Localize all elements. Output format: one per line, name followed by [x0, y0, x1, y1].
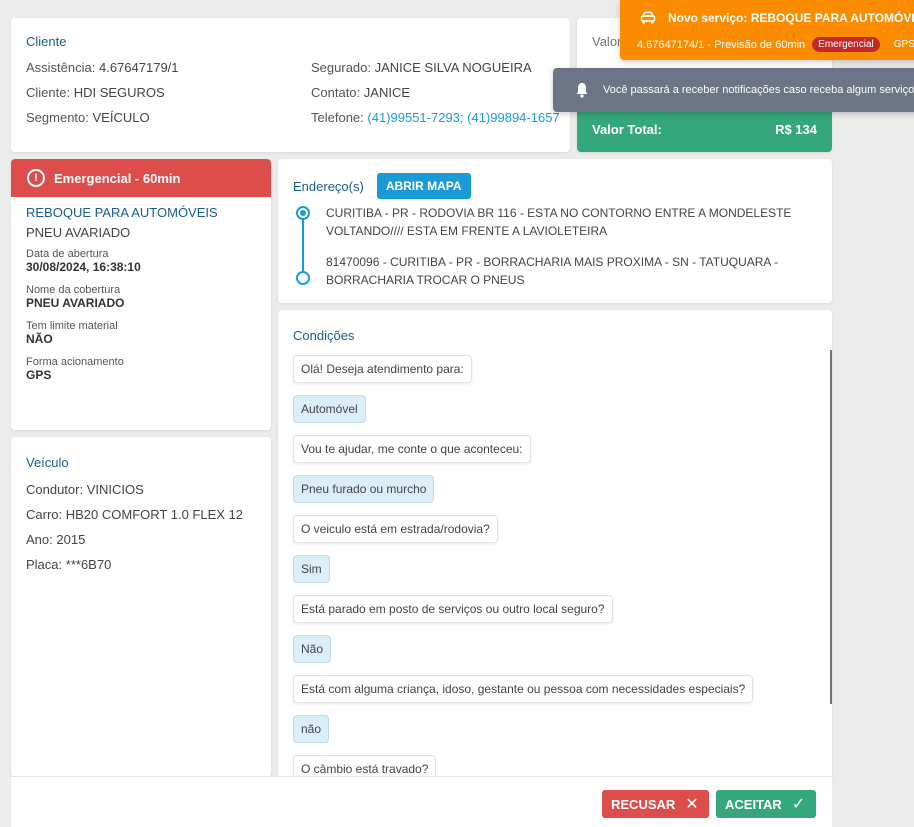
new-service-detail: 4.67647174/1 - Previsão de 60min — [637, 38, 806, 51]
telefone-link[interactable]: (41)99551-7293; (41)99894-1657 — [367, 110, 559, 125]
segmento-row: Segmento: VEÍCULO — [26, 110, 179, 135]
carro-value: HB20 COMFORT 1.0 FLEX 12 — [65, 507, 244, 522]
notification-toast[interactable]: Você passará a receber notificações caso… — [553, 68, 914, 112]
carro-row: Carro: HB20 COMFORT 1.0 FLEX 12 — [26, 507, 256, 532]
open-map-button[interactable]: ABRIR MAPA — [376, 173, 471, 199]
gps-label: GPS — [893, 39, 914, 50]
answer-bubble: Sim — [293, 555, 330, 583]
ano-row: Ano: 2015 — [26, 532, 256, 557]
service-priority-text: Emergencial - 60min — [54, 170, 181, 186]
field-value: NÃO — [26, 332, 53, 346]
check-icon: ✓ — [791, 796, 806, 813]
service-name: REBOQUE PARA AUTOMÓVEIS — [26, 205, 218, 220]
endereco-header: Endereço(s) ABRIR MAPA — [293, 173, 817, 199]
cliente-title: Cliente — [26, 34, 67, 49]
endereco-title: Endereço(s) — [293, 178, 364, 194]
answer-bubble: Não — [293, 635, 332, 663]
condutor-value: VINICIOS — [86, 482, 144, 497]
ano-label: Ano: — [26, 532, 53, 547]
field-value: 30/08/2024, 16:38:10 — [26, 260, 141, 274]
field-label: Data de abertura — [26, 248, 109, 260]
field-label: Tem limite material — [26, 320, 118, 332]
telefone-row: Telefone: (41)99551-7293; (41)99894-1657 — [311, 110, 560, 135]
destination-dot-icon — [296, 271, 310, 285]
cliente-value: HDI SEGUROS — [73, 85, 165, 100]
action-bar: RECUSAR ✕ ACEITAR ✓ — [11, 776, 832, 827]
new-service-toast[interactable]: Novo serviço: REBOQUE PARA AUTOMÓVEIS 4.… — [620, 0, 914, 60]
condutor-label: Condutor: — [26, 482, 84, 497]
field-label: Forma acionamento — [26, 356, 124, 368]
assistencia-row: Assistência: 4.67647179/1 — [26, 60, 179, 85]
endereco-card: Endereço(s) ABRIR MAPA CURITIBA - PR - R… — [278, 159, 832, 303]
condutor-row: Condutor: VINICIOS — [26, 482, 256, 507]
service-priority-header: ! Emergencial - 60min — [11, 159, 271, 197]
question-bubble: Está parado em posto de serviços ou outr… — [293, 595, 613, 623]
veiculo-title: Veículo — [26, 455, 69, 470]
answer-bubble: Pneu furado ou murcho — [293, 475, 435, 503]
cliente-label: Cliente: — [26, 85, 71, 100]
valor-total-bar: Valor Total: R$ 134 — [577, 107, 832, 152]
emergencial-badge: Emergencial — [812, 37, 880, 52]
cliente-card: Cliente Assistência: 4.67647179/1 Client… — [11, 18, 570, 152]
segurado-label: Segurado: — [311, 60, 371, 75]
notification-text: Você passará a receber notificações caso… — [603, 84, 914, 96]
field-value: GPS — [26, 368, 52, 382]
valor-label: Valor — [592, 34, 622, 49]
reject-button[interactable]: RECUSAR ✕ — [602, 790, 709, 818]
origin-address: CURITIBA - PR - RODOVIA BR 116 - ESTA NO… — [326, 206, 792, 238]
cliente-row: Cliente: HDI SEGUROS — [26, 85, 179, 110]
bell-icon — [576, 83, 588, 98]
ano-value: 2015 — [56, 532, 86, 547]
question-bubble: Vou te ajudar, me conte o que aconteceu: — [293, 435, 531, 463]
new-service-title: Novo serviço: REBOQUE PARA AUTOMÓVEIS — [668, 11, 914, 25]
contato-value: JANICE — [363, 85, 411, 100]
cliente-col-right: Segurado: JANICE SILVA NOGUEIRA Contato:… — [311, 60, 560, 135]
accept-button[interactable]: ACEITAR ✓ — [716, 790, 816, 818]
answer-bubble: Automóvel — [293, 395, 366, 423]
assistencia-value: 4.67647179/1 — [99, 60, 179, 75]
close-icon: ✕ — [685, 796, 699, 813]
placa-row: Placa: ***6B70 — [26, 557, 256, 582]
segurado-row: Segurado: JANICE SILVA NOGUEIRA — [311, 60, 560, 85]
placa-label: Placa: — [26, 557, 63, 572]
car-icon — [640, 11, 656, 24]
contato-label: Contato: — [311, 85, 361, 100]
alert-icon: ! — [27, 169, 45, 187]
accept-label: ACEITAR — [725, 796, 782, 812]
service-body: REBOQUE PARA AUTOMÓVEIS PNEU AVARIADO Da… — [11, 197, 271, 400]
placa-value: ***6B70 — [65, 557, 112, 572]
field-label: Nome da cobertura — [26, 284, 121, 296]
veiculo-card: Veículo Condutor: VINICIOS Carro: HB20 C… — [11, 437, 271, 777]
carro-label: Carro: — [26, 507, 63, 522]
new-service-detail-row: 4.67647174/1 - Previsão de 60min Emergen… — [637, 37, 914, 52]
assistencia-label: Assistência: — [26, 60, 96, 75]
question-bubble: Está com alguma criança, idoso, gestante… — [293, 675, 754, 703]
service-card: ! Emergencial - 60min REBOQUE PARA AUTOM… — [11, 159, 271, 430]
segmento-value: VEÍCULO — [92, 110, 150, 125]
segurado-value: JANICE SILVA NOGUEIRA — [374, 60, 532, 75]
valor-total-label: Valor Total: — [592, 122, 662, 137]
telefone-label: Telefone: — [311, 110, 364, 125]
destination-address: 81470096 - CURITIBA - PR - BORRACHARIA M… — [326, 255, 779, 287]
question-bubble: O veiculo está em estrada/rodovia? — [293, 515, 498, 543]
cliente-col-left: Assistência: 4.67647179/1 Cliente: HDI S… — [26, 60, 179, 135]
contato-row: Contato: JANICE — [311, 85, 560, 110]
reject-label: RECUSAR — [611, 796, 676, 812]
condicoes-scrollbar[interactable] — [830, 350, 832, 704]
field-value: PNEU AVARIADO — [26, 296, 125, 310]
segmento-label: Segmento: — [26, 110, 89, 125]
service-subtype: PNEU AVARIADO — [26, 225, 131, 240]
valor-total-value: R$ 134 — [775, 122, 817, 137]
condicoes-title: Condições — [293, 328, 355, 343]
answer-bubble: não — [293, 715, 330, 743]
origin-dot-icon — [296, 206, 310, 220]
question-bubble: Olá! Deseja atendimento para: — [293, 355, 472, 383]
condicoes-card: Condições Olá! Deseja atendimento para: … — [278, 310, 832, 780]
